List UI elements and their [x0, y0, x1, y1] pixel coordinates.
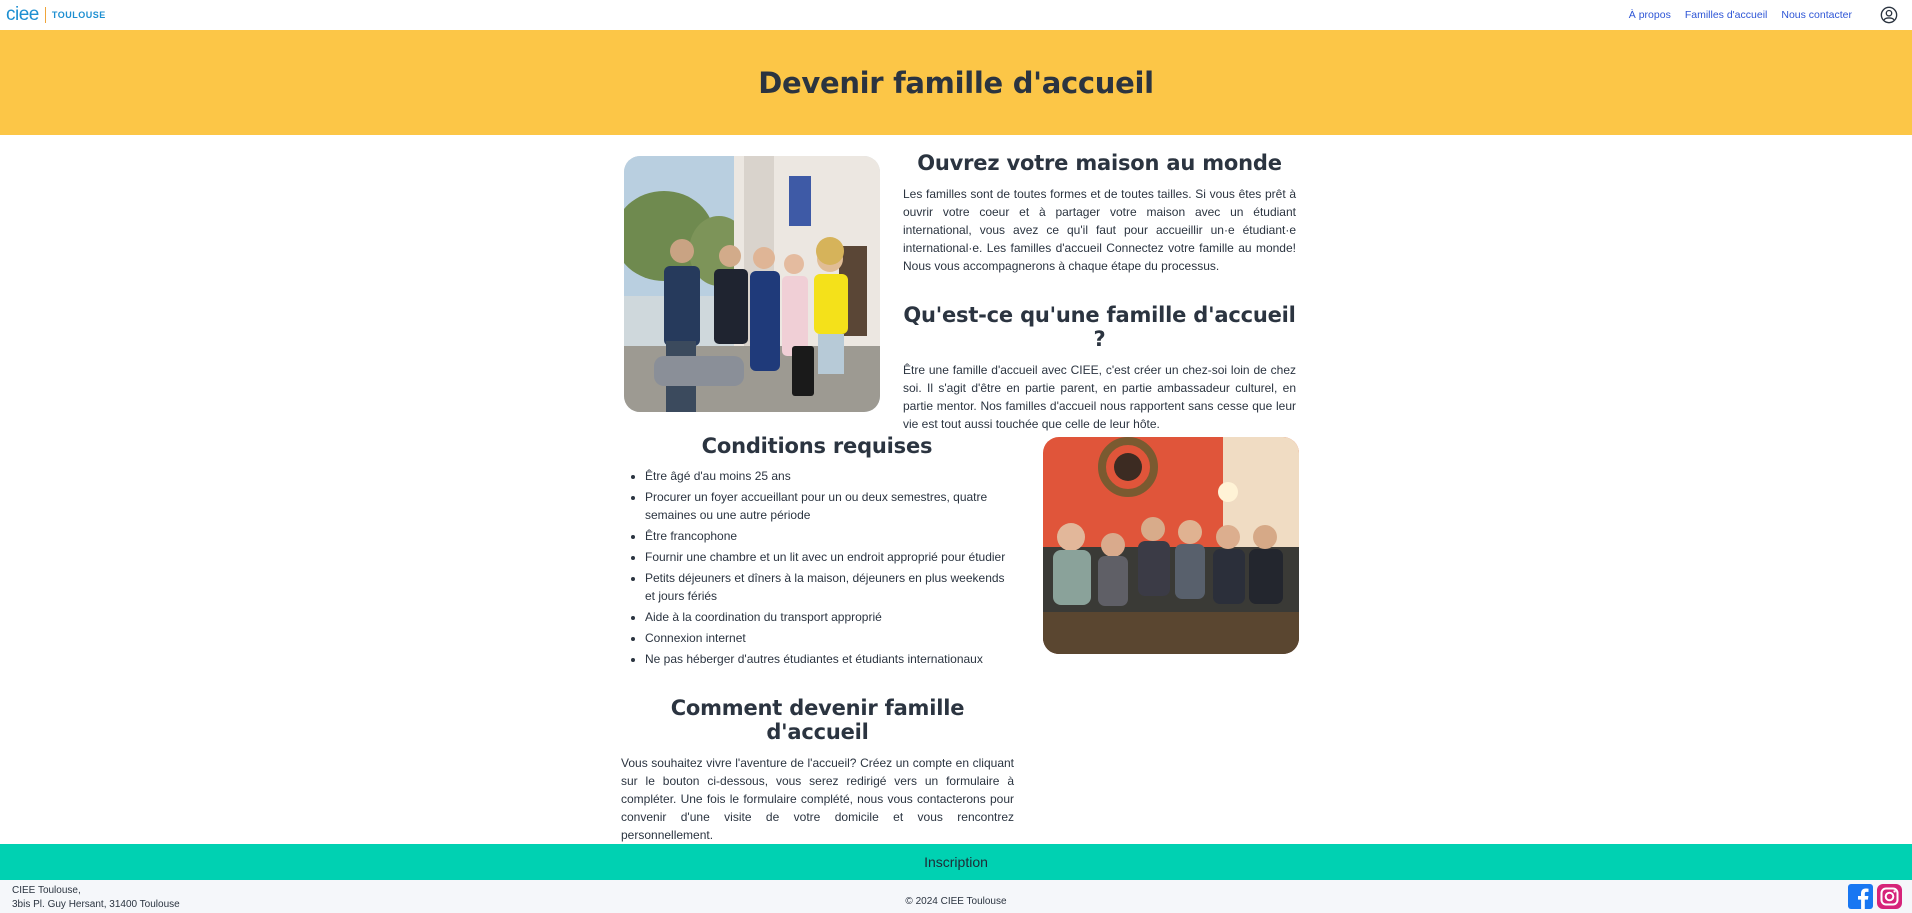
footer: CIEE Toulouse, 3bis Pl. Guy Hersant, 314…	[0, 880, 1912, 913]
nav-links: À propos Familles d'accueil Nous contact…	[1615, 6, 1906, 24]
list-item: Petits déjeuners et dîners à la maison, …	[645, 569, 1010, 605]
list-item: Fournir une chambre et un lit avec un en…	[645, 548, 1010, 566]
list-item: Aide à la coordination du transport appr…	[645, 608, 1010, 626]
how-title: Comment devenir famille d'accueil	[670, 696, 965, 744]
page-banner: Devenir famille d'accueil	[0, 30, 1912, 135]
inscription-button[interactable]: Inscription	[0, 844, 1912, 880]
social-links	[1848, 884, 1902, 909]
host-family-photo	[624, 156, 880, 412]
logo-text: ciee	[6, 4, 39, 25]
requirements-list: Être âgé d'au moins 25 ans Procurer un f…	[624, 467, 1010, 668]
intro-text: Les familles sont de toutes formes et de…	[903, 187, 1296, 273]
list-item: Être francophone	[645, 527, 1010, 545]
list-item: Ne pas héberger d'autres étudiantes et é…	[645, 650, 1010, 668]
page-title: Devenir famille d'accueil	[758, 65, 1154, 100]
list-item: Être âgé d'au moins 25 ans	[645, 467, 1010, 485]
nav-link-contact[interactable]: Nous contacter	[1781, 9, 1852, 21]
requirements-section: Conditions requises Être âgé d'au moins …	[624, 434, 1010, 671]
list-item: Procurer un foyer accueillant pour un ou…	[645, 488, 1010, 524]
what-text: Être une famille d'accueil avec CIEE, c'…	[903, 363, 1296, 431]
requirements-title: Conditions requises	[701, 434, 933, 458]
what-section: Qu'est-ce qu'une famille d'accueil ? Êtr…	[903, 303, 1296, 433]
instagram-icon[interactable]	[1877, 884, 1902, 909]
top-nav: ciee TOULOUSE À propos Familles d'accuei…	[0, 0, 1912, 30]
logo-city: TOULOUSE	[51, 10, 106, 20]
logo-divider	[44, 7, 46, 23]
intro-title: Ouvrez votre maison au monde	[917, 151, 1282, 175]
list-item: Connexion internet	[645, 629, 1010, 647]
facebook-icon[interactable]	[1848, 884, 1873, 909]
copyright: © 2024 CIEE Toulouse	[905, 896, 1007, 907]
nav-link-a-propos[interactable]: À propos	[1629, 9, 1671, 21]
brand-logo[interactable]: ciee TOULOUSE	[6, 4, 106, 26]
intro-section: Ouvrez votre maison au monde Les famille…	[903, 151, 1296, 275]
how-text: Vous souhaitez vivre l'aventure de l'acc…	[621, 756, 1014, 842]
group-photo	[1043, 437, 1299, 654]
what-title: Qu'est-ce qu'une famille d'accueil ?	[903, 303, 1296, 351]
user-circle-icon[interactable]	[1880, 6, 1898, 24]
nav-link-familles[interactable]: Familles d'accueil	[1685, 9, 1768, 21]
how-section: Comment devenir famille d'accueil Vous s…	[621, 696, 1014, 844]
